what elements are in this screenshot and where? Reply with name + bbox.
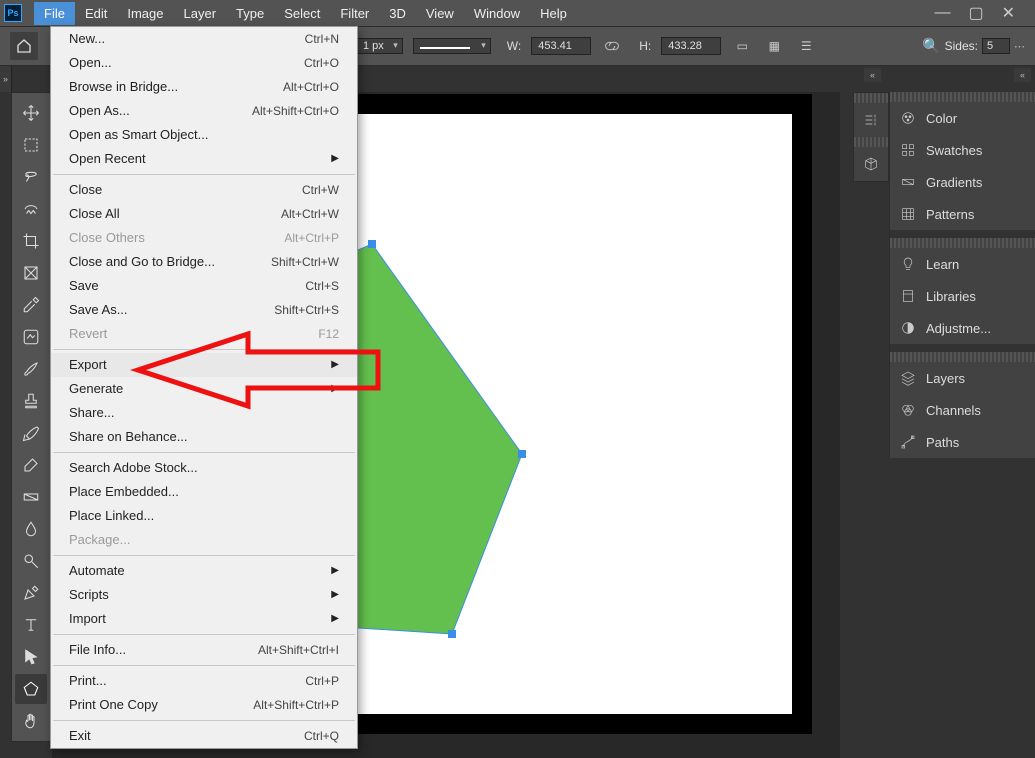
stamp-tool[interactable]: [15, 386, 47, 416]
pen-tool[interactable]: [15, 578, 47, 608]
minimize-button[interactable]: —: [934, 4, 950, 22]
align-icon[interactable]: ▭: [731, 35, 753, 57]
file-menu-item[interactable]: SaveCtrl+S: [51, 274, 357, 298]
maximize-button[interactable]: ▢: [968, 3, 983, 23]
brush-tool[interactable]: [15, 354, 47, 384]
crop-tool[interactable]: [15, 226, 47, 256]
menu-image[interactable]: Image: [117, 2, 173, 25]
sides-label: Sides:: [945, 39, 978, 53]
eyedropper-tool[interactable]: [15, 290, 47, 320]
menu-bar: Ps File Edit Image Layer Type Select Fil…: [0, 0, 1035, 26]
gradient-tool[interactable]: [15, 482, 47, 512]
lasso-tool[interactable]: [15, 162, 47, 192]
file-menu-item[interactable]: CloseCtrl+W: [51, 178, 357, 202]
panels-dock: Color Swatches Gradients Patterns Learn …: [889, 92, 1035, 458]
properties-icon[interactable]: [854, 103, 888, 137]
tools-panel: [11, 92, 51, 742]
heal-tool[interactable]: [15, 322, 47, 352]
file-menu-item[interactable]: Close and Go to Bridge...Shift+Ctrl+W: [51, 250, 357, 274]
path-select-tool[interactable]: [15, 642, 47, 672]
right-mini-collapse[interactable]: «: [849, 66, 885, 92]
file-menu-item[interactable]: Browse in Bridge...Alt+Ctrl+O: [51, 75, 357, 99]
marquee-tool[interactable]: [15, 130, 47, 160]
menu-layer[interactable]: Layer: [174, 2, 227, 25]
file-menu-item[interactable]: New...Ctrl+N: [51, 27, 357, 51]
blur-tool[interactable]: [15, 514, 47, 544]
file-menu-item[interactable]: Scripts▶: [51, 583, 357, 607]
panel-channels[interactable]: Channels: [890, 394, 1035, 426]
file-menu-item[interactable]: ExitCtrl+Q: [51, 724, 357, 748]
menu-window[interactable]: Window: [464, 2, 530, 25]
sides-field[interactable]: 5: [982, 38, 1010, 54]
pathops-icon[interactable]: ▦: [763, 35, 785, 57]
home-button[interactable]: [10, 32, 38, 60]
right-mini-panel: [853, 92, 889, 182]
width-field[interactable]: 453.41: [531, 37, 591, 55]
panel-learn[interactable]: Learn: [890, 248, 1035, 280]
file-menu-item[interactable]: Open as Smart Object...: [51, 123, 357, 147]
search-icon[interactable]: 🔍: [922, 37, 941, 55]
menu-filter[interactable]: Filter: [330, 2, 379, 25]
panel-libraries[interactable]: Libraries: [890, 280, 1035, 312]
move-tool[interactable]: [15, 98, 47, 128]
link-wh-icon[interactable]: [601, 35, 623, 57]
file-menu-item[interactable]: Import▶: [51, 607, 357, 631]
file-menu-item[interactable]: File Info...Alt+Shift+Ctrl+I: [51, 638, 357, 662]
app-icon: Ps: [4, 4, 22, 22]
polygon-shape-tool[interactable]: [15, 674, 47, 704]
file-menu-item[interactable]: Close AllAlt+Ctrl+W: [51, 202, 357, 226]
file-menu-item[interactable]: Automate▶: [51, 559, 357, 583]
menu-3d[interactable]: 3D: [379, 2, 416, 25]
panel-patterns[interactable]: Patterns: [890, 198, 1035, 230]
menu-select[interactable]: Select: [274, 2, 330, 25]
file-menu-item[interactable]: Place Linked...: [51, 504, 357, 528]
panel-swatches[interactable]: Swatches: [890, 134, 1035, 166]
left-collapse-button[interactable]: »: [0, 66, 12, 92]
file-menu-item[interactable]: Open...Ctrl+O: [51, 51, 357, 75]
file-menu-item: Close OthersAlt+Ctrl+P: [51, 226, 357, 250]
file-menu-item[interactable]: Print One CopyAlt+Shift+Ctrl+P: [51, 693, 357, 717]
h-label: H:: [639, 39, 651, 53]
sides-more-icon[interactable]: ⋯: [1014, 40, 1025, 53]
panel-color[interactable]: Color: [890, 102, 1035, 134]
frame-tool[interactable]: [15, 258, 47, 288]
panel-adjustments[interactable]: Adjustme...: [890, 312, 1035, 344]
close-button[interactable]: ✕: [1002, 3, 1015, 23]
history-brush-tool[interactable]: [15, 418, 47, 448]
annotation-arrow: [118, 330, 388, 410]
settings-icon[interactable]: ☰: [795, 35, 817, 57]
w-label: W:: [507, 39, 521, 53]
file-menu-item[interactable]: Open As...Alt+Shift+Ctrl+O: [51, 99, 357, 123]
right-collapse[interactable]: «: [889, 66, 1035, 92]
dodge-tool[interactable]: [15, 546, 47, 576]
quick-select-tool[interactable]: [15, 194, 47, 224]
height-field[interactable]: 433.28: [661, 37, 721, 55]
3d-icon[interactable]: [854, 147, 888, 181]
panel-gradients[interactable]: Gradients: [890, 166, 1035, 198]
menu-help[interactable]: Help: [530, 2, 577, 25]
file-menu-item[interactable]: Place Embedded...: [51, 480, 357, 504]
file-menu-item[interactable]: Save As...Shift+Ctrl+S: [51, 298, 357, 322]
menu-file[interactable]: File: [34, 2, 75, 25]
file-menu-item[interactable]: Search Adobe Stock...: [51, 456, 357, 480]
eraser-tool[interactable]: [15, 450, 47, 480]
window-controls: — ▢ ✕: [934, 0, 1035, 26]
menu-view[interactable]: View: [416, 2, 464, 25]
sides-control: 🔍 Sides: 5 ⋯: [922, 37, 1025, 55]
stroke-width-field[interactable]: 1 px: [356, 38, 403, 54]
menu-edit[interactable]: Edit: [75, 2, 117, 25]
hand-tool[interactable]: [15, 706, 47, 736]
file-menu-item[interactable]: Print...Ctrl+P: [51, 669, 357, 693]
file-menu-item[interactable]: Share on Behance...: [51, 425, 357, 449]
panel-paths[interactable]: Paths: [890, 426, 1035, 458]
menu-type[interactable]: Type: [226, 2, 274, 25]
stroke-style-dropdown[interactable]: [413, 38, 491, 54]
type-tool[interactable]: [15, 610, 47, 640]
panel-layers[interactable]: Layers: [890, 362, 1035, 394]
file-menu-item[interactable]: Open Recent▶: [51, 147, 357, 171]
file-menu-item: Package...: [51, 528, 357, 552]
